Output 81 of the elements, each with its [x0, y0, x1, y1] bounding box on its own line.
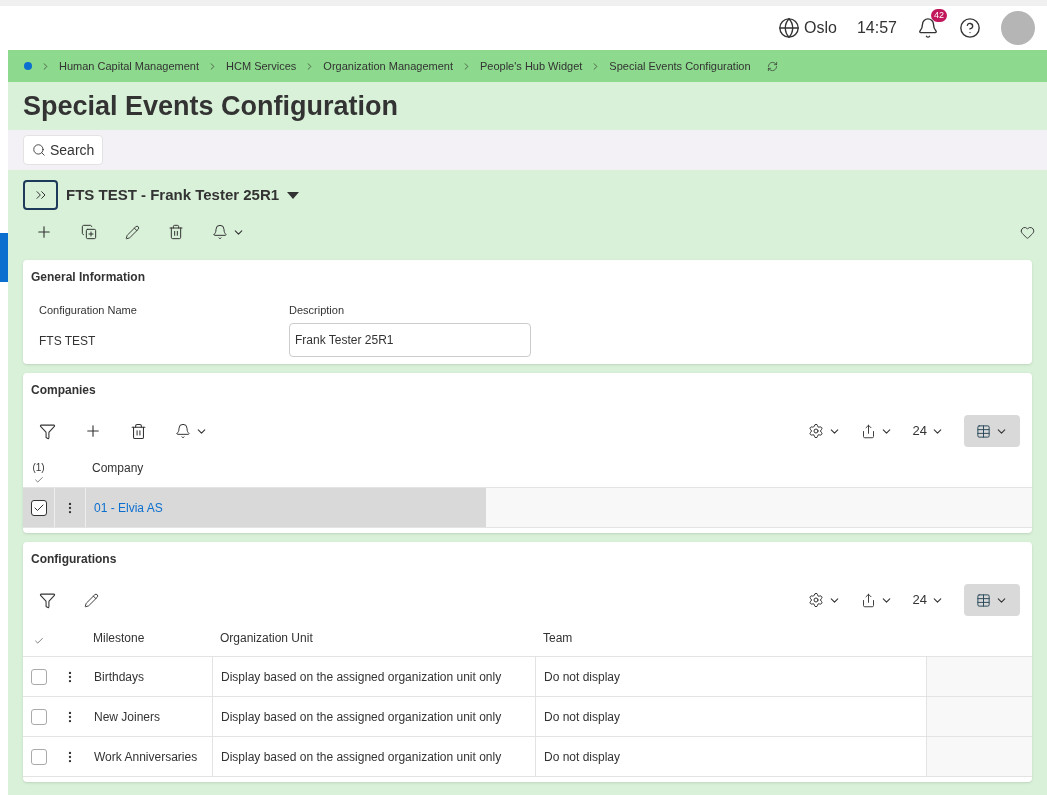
column-header[interactable]: Milestone [86, 629, 213, 647]
selected-count: (1) [32, 461, 45, 475]
column-header[interactable]: Team [536, 629, 736, 647]
table-icon [976, 423, 991, 439]
help-button[interactable] [959, 17, 981, 39]
settings-icon [807, 423, 824, 439]
filter-icon [39, 591, 56, 609]
settings-icon [807, 592, 824, 608]
breadcrumb-link[interactable]: Organization Management [323, 57, 453, 75]
favorite-button[interactable] [1020, 224, 1035, 240]
settings-menu-button[interactable] [807, 423, 841, 439]
pencil-icon [125, 224, 140, 240]
search-icon [32, 143, 46, 157]
select-all-check-icon [33, 475, 44, 485]
table-icon [976, 592, 991, 608]
table-cell: Display based on the assigned organization unit only [213, 737, 536, 776]
table-cell: Do not display [536, 657, 927, 696]
export-icon [860, 423, 876, 439]
table-cell: Do not display [536, 737, 927, 776]
page-title: Special Events Configuration [22, 89, 400, 123]
row-checkbox[interactable] [30, 748, 47, 765]
export-icon [860, 592, 876, 608]
field-label: Description [289, 303, 346, 318]
caret-down-icon[interactable] [287, 191, 300, 199]
page-size-dropdown[interactable]: 24 [912, 590, 944, 610]
section-title: Companies [30, 382, 97, 399]
field-label: Configuration Name [39, 303, 138, 318]
plus-icon [35, 223, 53, 241]
edit-button[interactable] [125, 224, 140, 240]
page-size-dropdown[interactable]: 24 [912, 421, 944, 441]
refresh-icon [766, 60, 778, 72]
breadcrumb-link[interactable]: People's Hub Widget [479, 57, 583, 75]
column-header[interactable]: Company [86, 459, 144, 487]
field-value: FTS TEST [39, 332, 97, 350]
bell-icon [917, 17, 939, 39]
table-cell: Work Anniversaries [86, 737, 213, 776]
bell-icon [212, 224, 228, 240]
table-view-button[interactable] [964, 415, 1020, 447]
clock-time: 14:57 [856, 18, 897, 38]
delete-button[interactable] [168, 224, 184, 240]
row-checkbox[interactable] [30, 499, 47, 516]
table-cell: Display based on the assigned organization unit only [213, 657, 536, 696]
expand-panel-button[interactable] [23, 180, 58, 210]
export-menu-button[interactable] [860, 423, 893, 439]
duplicate-icon [81, 224, 97, 240]
notification-count-badge: 42 [931, 9, 947, 22]
breadcrumb-link[interactable]: HCM Services [226, 57, 297, 75]
duplicate-button[interactable] [81, 224, 97, 240]
export-menu-button[interactable] [860, 592, 893, 608]
row-checkbox[interactable] [30, 708, 47, 725]
table-cell: New Joiners [86, 697, 213, 736]
globe-icon [778, 17, 801, 39]
trash-icon [168, 224, 184, 240]
breadcrumb-link[interactable]: Human Capital Management [59, 57, 200, 75]
column-header[interactable]: Organization Unit [213, 629, 536, 647]
table-cell: Display based on the assigned organization unit only [213, 697, 536, 736]
pencil-icon [84, 592, 99, 608]
search-button[interactable]: Search [23, 135, 104, 165]
select-all-check-icon [33, 636, 44, 646]
notification-menu-button[interactable] [212, 224, 245, 240]
description-input[interactable]: Frank Tester 25R1 [289, 322, 531, 357]
plus-icon [84, 422, 102, 440]
breadcrumb-link[interactable]: Special Events Configuration [609, 57, 751, 75]
table-cell: Do not display [536, 697, 927, 736]
row-checkbox[interactable] [30, 668, 47, 685]
table-row[interactable]: 01 - Elvia AS [23, 488, 486, 527]
record-title[interactable]: FTS TEST - Frank Tester 25R1 [66, 183, 280, 207]
table-cell: Birthdays [86, 657, 213, 696]
heart-icon [1020, 224, 1035, 240]
add-button[interactable] [35, 223, 53, 241]
location-label: Oslo [804, 18, 837, 38]
section-title: General Information [31, 269, 147, 286]
table-view-button[interactable] [964, 584, 1020, 616]
section-title: Configurations [30, 551, 118, 568]
settings-menu-button[interactable] [807, 592, 841, 608]
company-link[interactable]: 01 - Elvia AS [86, 498, 163, 517]
help-icon [959, 17, 981, 39]
notifications-button[interactable] [917, 17, 939, 39]
trash-icon [130, 422, 147, 440]
filter-icon [39, 422, 56, 440]
bell-icon [175, 423, 191, 439]
